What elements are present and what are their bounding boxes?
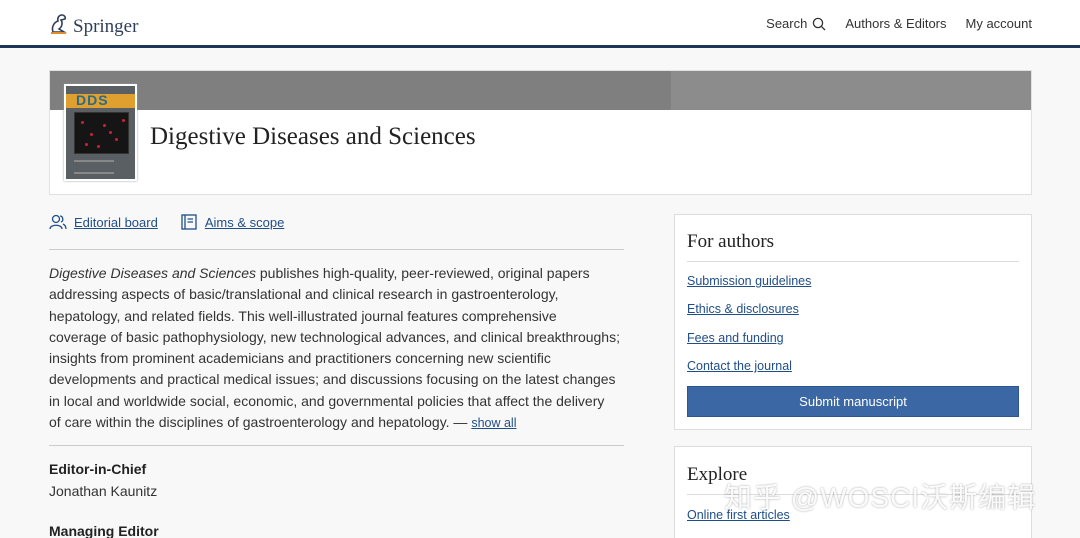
journal-title: Digestive Diseases and Sciences [150,123,476,150]
cover-figure [74,112,129,154]
submission-guidelines-link[interactable]: Submission guidelines [687,274,811,288]
editorial-board-link[interactable]: Editorial board [49,213,158,231]
divider [49,445,624,446]
journal-name-italic: Digestive Diseases and Sciences [49,265,256,281]
nav-search[interactable]: Search [766,16,826,31]
people-icon [49,214,67,230]
journal-header: DDS Digestive Diseases and Sciences [49,70,1032,195]
editor-in-chief-name: Jonathan Kaunitz [49,483,158,499]
journal-description: Digestive Diseases and Sciences publishe… [49,263,629,434]
springer-logo[interactable]: Springer [49,12,138,41]
for-authors-panel: For authors Submission guidelines Ethics… [674,214,1032,430]
desc-line: developments and practical medical issue… [49,371,616,388]
editor-in-chief-heading: Editor-in-Chief [49,461,147,477]
desc-line: insights from prominent academicians and… [49,350,551,367]
brand-name: Springer [73,15,139,37]
show-all-link[interactable]: show all [471,413,516,434]
journal-banner-right [671,71,1031,110]
desc-line: coverage of basic pathophysiology, new t… [49,328,620,345]
springer-horse-icon [49,12,69,41]
site-header: Springer Search Authors & Editors My acc… [0,0,1080,48]
desc-line: hepatology, and related fields. This wel… [49,307,557,324]
aims-scope-link[interactable]: Aims & scope [180,213,284,231]
journal-quick-links: Editorial board Aims & scope [49,213,284,231]
fees-funding-link[interactable]: Fees and funding [687,331,784,345]
cover-text-lines [74,160,114,174]
managing-editor-heading: Managing Editor [49,523,159,538]
for-authors-title: For authors [687,231,775,252]
submit-manuscript-button[interactable]: Submit manuscript [687,386,1019,417]
nav-authors-editors[interactable]: Authors & Editors [845,16,946,31]
zhihu-watermark: 知乎 @WOSCI沃斯编辑 [724,482,1037,513]
aims-scope-label: Aims & scope [204,214,285,230]
book-icon [181,214,197,230]
divider [49,249,624,250]
journal-cover-image[interactable]: DDS [64,84,137,181]
desc-line: addressing aspects of basic/translationa… [49,286,559,303]
nav-my-account[interactable]: My account [966,16,1032,31]
desc-line: in local and worldwide social, economic,… [49,392,605,409]
desc-line: publishes high-quality, peer-reviewed, o… [256,265,590,281]
ethics-disclosures-link[interactable]: Ethics & disclosures [687,302,799,316]
search-icon [813,17,826,30]
editorial-board-label: Editorial board [74,214,158,230]
divider [687,261,1019,262]
desc-line: of care within the disciplines of gastro… [49,414,472,431]
nav-search-label: Search [766,16,808,31]
top-nav: Search Authors & Editors My account [766,16,1032,31]
cover-abbrev: DDS [76,92,109,108]
contact-journal-link[interactable]: Contact the journal [687,359,792,373]
